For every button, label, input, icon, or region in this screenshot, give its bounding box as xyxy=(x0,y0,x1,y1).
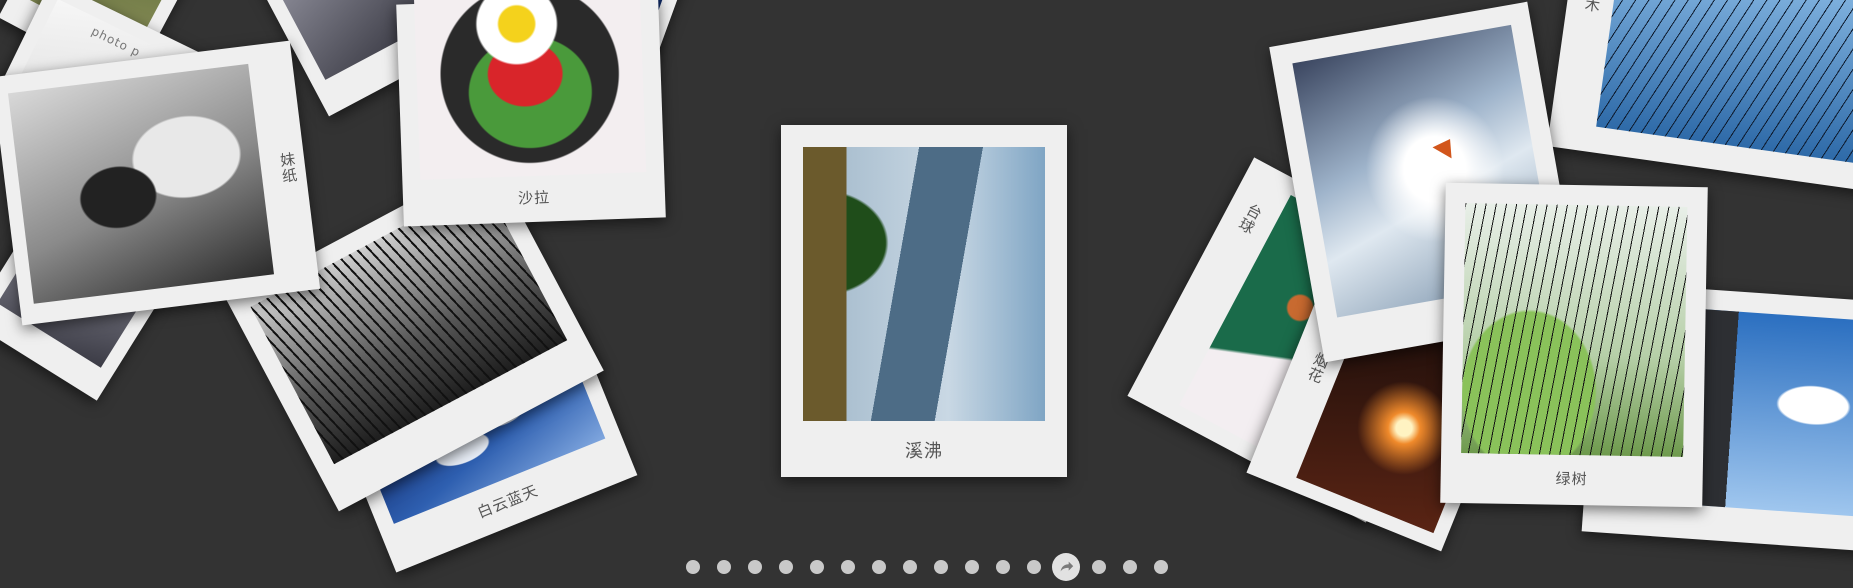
page-dot-3[interactable] xyxy=(747,560,762,574)
photo-caption: 台球 xyxy=(1234,200,1266,237)
photo-card-branches-blue[interactable]: 树木 xyxy=(1546,0,1853,192)
page-dot-2[interactable] xyxy=(716,560,731,574)
page-dot-11[interactable] xyxy=(995,560,1010,574)
photo-image xyxy=(803,147,1045,421)
page-dot-10[interactable] xyxy=(964,560,979,574)
page-dot-15[interactable] xyxy=(1122,560,1137,574)
photo-image xyxy=(1596,0,1853,164)
photo-caption-center: 溪沸 xyxy=(905,441,943,462)
page-dot-7[interactable] xyxy=(871,560,886,574)
photo-caption: 沙拉 xyxy=(517,188,551,208)
photo-card-salad[interactable]: 沙拉 xyxy=(396,0,666,227)
photo-image xyxy=(7,63,275,304)
photo-card-girls[interactable]: 妹纸 xyxy=(0,40,321,326)
page-dot-12[interactable] xyxy=(1026,560,1041,574)
page-dot-13-active[interactable] xyxy=(1052,553,1080,581)
photo-image xyxy=(413,0,647,180)
page-dot-16[interactable] xyxy=(1153,560,1168,574)
photo-caption: 妹纸 xyxy=(277,150,300,185)
page-dot-6[interactable] xyxy=(840,560,855,574)
pagination xyxy=(0,553,1853,581)
photo-image xyxy=(1461,203,1688,457)
share-arrow-icon xyxy=(1060,561,1074,572)
photo-card-green-trees[interactable]: 绿树 xyxy=(1440,182,1708,508)
page-dot-4[interactable] xyxy=(778,560,793,574)
photo-caption: 树木 xyxy=(1576,0,1606,14)
page-dot-8[interactable] xyxy=(902,560,917,574)
page-dot-14[interactable] xyxy=(1091,560,1106,574)
page-dot-9[interactable] xyxy=(933,560,948,574)
photo-stack-stage: photo p 白云蓝天 沙拉 妹纸 溪沸 树木 台球 xyxy=(0,0,1853,588)
page-dot-1[interactable] xyxy=(685,560,700,574)
photo-card-center[interactable]: 溪沸 xyxy=(781,125,1067,477)
page-dot-5[interactable] xyxy=(809,560,824,574)
photo-caption: 绿树 xyxy=(1555,469,1588,489)
